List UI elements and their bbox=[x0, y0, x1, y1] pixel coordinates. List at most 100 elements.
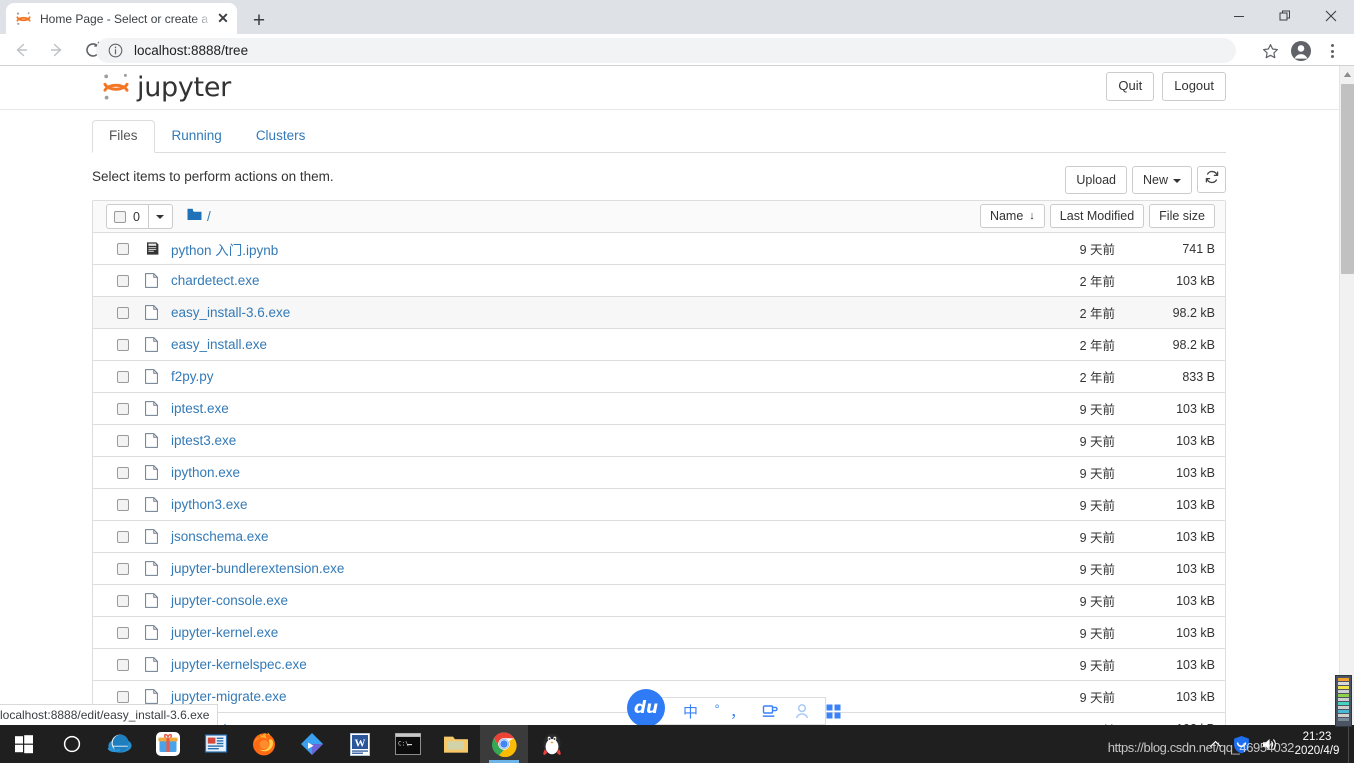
select-all-checkbox[interactable] bbox=[114, 210, 126, 223]
table-row[interactable]: jupyter-console.exe 9 天前 103 kB bbox=[93, 585, 1225, 617]
file-name-link[interactable]: easy_install.exe bbox=[171, 337, 267, 352]
command-prompt-button[interactable]: C:\ bbox=[384, 725, 432, 763]
taskbar-clock[interactable]: 21:23 2020/4/9 bbox=[1288, 730, 1346, 759]
column-header-file-size[interactable]: File size bbox=[1149, 204, 1215, 228]
cortana-search-button[interactable] bbox=[48, 725, 96, 763]
row-checkbox[interactable] bbox=[117, 466, 129, 479]
new-tab-button[interactable]: + bbox=[245, 6, 273, 34]
table-row[interactable]: jsonschema.exe 9 天前 103 kB bbox=[93, 521, 1225, 553]
file-name-link[interactable]: ipython.exe bbox=[171, 465, 240, 480]
internet-explorer-button[interactable] bbox=[96, 725, 144, 763]
file-name-link[interactable]: chardetect.exe bbox=[171, 273, 260, 288]
table-row[interactable]: easy_install-3.6.exe 2 年前 98.2 kB bbox=[93, 297, 1225, 329]
window-maximize-button[interactable] bbox=[1262, 0, 1308, 32]
new-dropdown-button[interactable]: New bbox=[1131, 166, 1192, 195]
row-checkbox[interactable] bbox=[117, 402, 129, 415]
page-scrollbar[interactable] bbox=[1339, 66, 1354, 725]
file-explorer-button[interactable] bbox=[432, 725, 480, 763]
tab-clusters[interactable]: Clusters bbox=[239, 120, 323, 153]
table-row[interactable]: ipython3.exe 9 天前 103 kB bbox=[93, 489, 1225, 521]
file-name-link[interactable]: jupyter-migrate.exe bbox=[171, 689, 287, 704]
table-row[interactable]: iptest3.exe 9 天前 103 kB bbox=[93, 425, 1225, 457]
row-checkbox[interactable] bbox=[117, 370, 129, 383]
tab-files[interactable]: Files bbox=[92, 120, 155, 153]
file-name-link[interactable]: iptest3.exe bbox=[171, 433, 236, 448]
file-icon bbox=[145, 625, 161, 640]
file-name-link[interactable]: iptest.exe bbox=[171, 401, 229, 416]
column-header-last-modified[interactable]: Last Modified bbox=[1049, 204, 1145, 228]
row-checkbox[interactable] bbox=[117, 434, 129, 447]
ime-user-icon[interactable] bbox=[795, 703, 809, 719]
file-name-link[interactable]: jupyter-kernelspec.exe bbox=[171, 657, 307, 672]
ime-toolbox-icon[interactable] bbox=[762, 704, 778, 719]
file-name-link[interactable]: python 入门.ipynb bbox=[171, 239, 278, 259]
row-checkbox[interactable] bbox=[117, 562, 129, 575]
table-row[interactable]: iptest.exe 9 天前 103 kB bbox=[93, 393, 1225, 425]
ime-punctuation-toggle[interactable]: ゜， bbox=[715, 701, 745, 722]
select-all-dropdown[interactable] bbox=[148, 204, 173, 229]
window-close-button[interactable] bbox=[1308, 0, 1354, 32]
table-row[interactable]: jupyter-bundlerextension.exe 9 天前 103 kB bbox=[93, 553, 1225, 585]
table-row[interactable]: chardetect.exe 2 年前 103 kB bbox=[93, 265, 1225, 297]
app-diamond-button[interactable] bbox=[288, 725, 336, 763]
row-checkbox[interactable] bbox=[117, 626, 129, 639]
column-header-name[interactable]: Name ↓ bbox=[979, 204, 1045, 228]
refresh-button[interactable] bbox=[1197, 166, 1226, 193]
row-checkbox[interactable] bbox=[117, 338, 129, 351]
profile-avatar-icon[interactable] bbox=[1288, 38, 1314, 64]
qq-button[interactable] bbox=[528, 725, 576, 763]
row-checkbox[interactable] bbox=[117, 690, 129, 703]
ime-toolbar[interactable]: du 中 ゜， bbox=[627, 689, 841, 725]
file-name-link[interactable]: jupyter-bundlerextension.exe bbox=[171, 561, 344, 576]
row-checkbox[interactable] bbox=[117, 242, 129, 255]
row-checkbox[interactable] bbox=[117, 498, 129, 511]
row-checkbox[interactable] bbox=[117, 594, 129, 607]
row-checkbox[interactable] bbox=[117, 274, 129, 287]
scroll-up-arrow-icon[interactable] bbox=[1340, 66, 1354, 83]
row-checkbox[interactable] bbox=[117, 306, 129, 319]
word-button[interactable]: W bbox=[336, 725, 384, 763]
file-name-link[interactable]: jupyter-kernel.exe bbox=[171, 625, 278, 640]
table-row[interactable]: python 入门.ipynb 9 天前 741 B bbox=[93, 233, 1225, 265]
breadcrumb[interactable]: / bbox=[187, 208, 211, 226]
table-row[interactable]: jupyter-kernelspec.exe 9 天前 103 kB bbox=[93, 649, 1225, 681]
file-name-link[interactable]: ipython3.exe bbox=[171, 497, 248, 512]
app-k-button[interactable] bbox=[144, 725, 192, 763]
google-chrome-button[interactable] bbox=[480, 725, 528, 763]
table-row[interactable]: ipython.exe 9 天前 103 kB bbox=[93, 457, 1225, 489]
upload-button[interactable]: Upload bbox=[1065, 166, 1127, 195]
back-button-icon[interactable] bbox=[6, 35, 36, 65]
row-checkbox[interactable] bbox=[117, 658, 129, 671]
breadcrumb-root[interactable]: / bbox=[207, 209, 211, 224]
bookmark-star-icon[interactable] bbox=[1258, 39, 1282, 63]
file-name-link[interactable]: jsonschema.exe bbox=[171, 529, 269, 544]
file-name-link[interactable]: f2py.py bbox=[171, 369, 214, 384]
ime-logo-icon[interactable]: du bbox=[627, 689, 665, 725]
file-name-link[interactable]: jupyter-console.exe bbox=[171, 593, 288, 608]
wps-presentation-button[interactable] bbox=[192, 725, 240, 763]
start-button[interactable] bbox=[0, 725, 48, 763]
three-dot-menu-icon[interactable] bbox=[1320, 38, 1344, 64]
window-minimize-button[interactable] bbox=[1216, 0, 1262, 32]
logout-button[interactable]: Logout bbox=[1162, 72, 1226, 101]
ime-language-toggle[interactable]: 中 bbox=[683, 701, 698, 722]
show-desktop-button[interactable] bbox=[1348, 725, 1354, 763]
ime-menu-grid-icon[interactable] bbox=[826, 704, 841, 719]
select-all-checkbox-box[interactable]: 0 bbox=[106, 204, 149, 229]
forward-button-icon[interactable] bbox=[42, 35, 72, 65]
firefox-button[interactable] bbox=[240, 725, 288, 763]
table-row[interactable]: easy_install.exe 2 年前 98.2 kB bbox=[93, 329, 1225, 361]
jupyter-logo[interactable]: jupyter bbox=[101, 71, 231, 103]
file-name-link[interactable]: easy_install-3.6.exe bbox=[171, 305, 290, 320]
tab-close-icon[interactable]: ✕ bbox=[213, 9, 233, 29]
select-all-group[interactable]: 0 bbox=[106, 204, 173, 229]
screen-capture-widget[interactable] bbox=[1335, 675, 1352, 727]
row-checkbox[interactable] bbox=[117, 530, 129, 543]
browser-tab[interactable]: Home Page - Select or create a ✕ bbox=[6, 3, 237, 34]
address-bar[interactable]: localhost:8888/tree bbox=[96, 38, 1236, 63]
scrollbar-thumb[interactable] bbox=[1341, 84, 1354, 274]
table-row[interactable]: f2py.py 2 年前 833 B bbox=[93, 361, 1225, 393]
quit-button[interactable]: Quit bbox=[1106, 72, 1155, 101]
table-row[interactable]: jupyter-kernel.exe 9 天前 103 kB bbox=[93, 617, 1225, 649]
tab-running[interactable]: Running bbox=[155, 120, 239, 153]
